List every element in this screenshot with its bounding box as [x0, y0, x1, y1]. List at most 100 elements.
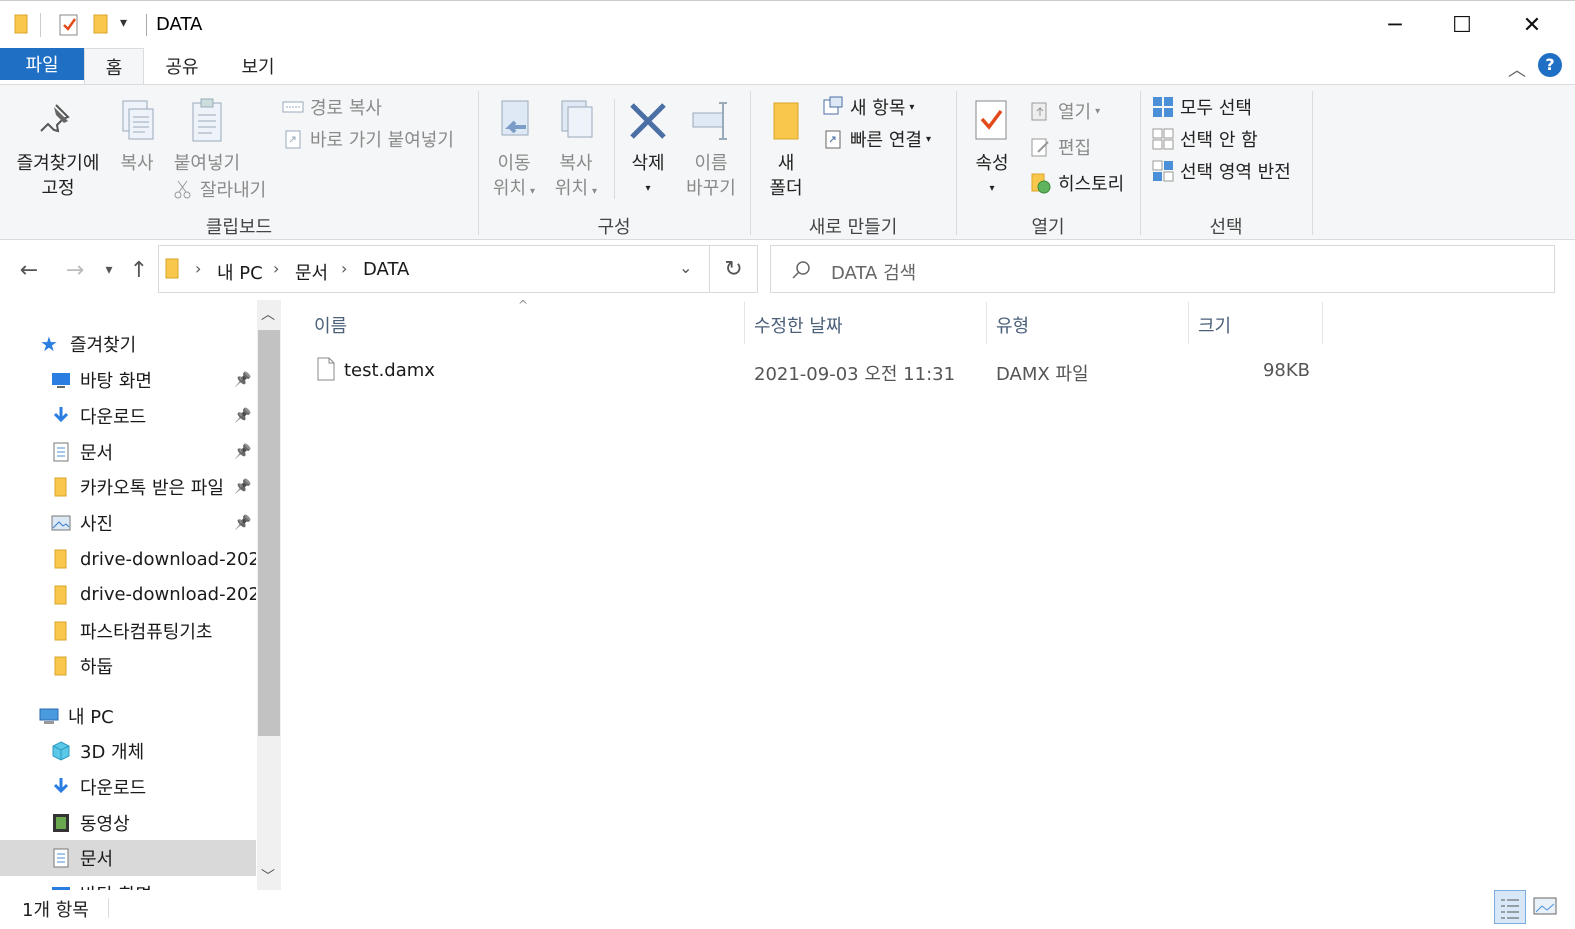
- breadcrumb-this-pc[interactable]: 내 PC: [217, 259, 263, 285]
- search-box[interactable]: DATA 검색: [770, 245, 1555, 293]
- nav-item[interactable]: 3D 개체: [0, 733, 256, 769]
- large-icons-view-icon: [1533, 897, 1557, 915]
- breadcrumb-chevron-icon[interactable]: ›: [195, 259, 201, 278]
- new-folder-icon: [773, 102, 799, 140]
- nav-item[interactable]: 문서 📌: [0, 434, 256, 470]
- nav-item[interactable]: 동영상: [0, 805, 256, 841]
- pin-to-quick-access-button[interactable]: 즐겨찾기에 고정: [10, 97, 106, 201]
- address-dropdown-icon[interactable]: ⌄: [679, 258, 692, 277]
- nav-this-pc-label: 내 PC: [68, 707, 114, 728]
- address-bar[interactable]: › 내 PC › 문서 › DATA ⌄: [158, 245, 710, 293]
- breadcrumb-chevron-icon[interactable]: ›: [273, 259, 279, 278]
- properties-button[interactable]: 속성 ▾: [966, 97, 1018, 201]
- open-button[interactable]: 열기 ▾: [1030, 97, 1100, 125]
- edit-button[interactable]: 편집: [1030, 133, 1091, 161]
- column-divider[interactable]: [986, 302, 987, 344]
- new-group-label: 새로 만들기: [808, 217, 898, 238]
- pin-icon[interactable]: 📌: [234, 515, 251, 531]
- rename-button[interactable]: 이름 바꾸기: [680, 97, 742, 201]
- up-arrow-icon[interactable]: ↑: [124, 258, 154, 283]
- maximize-button[interactable]: ☐: [1427, 1, 1497, 49]
- nav-item-label: 카카오톡 받은 파일: [80, 478, 224, 500]
- new-folder-icon[interactable]: [92, 13, 110, 35]
- refresh-button[interactable]: ↻: [710, 245, 758, 293]
- nav-item[interactable]: 문서: [0, 840, 256, 877]
- paste-button[interactable]: 붙여넣기: [166, 97, 248, 176]
- nav-item[interactable]: drive-download-20210: [0, 541, 256, 577]
- copy-path-button[interactable]: 경로 복사: [282, 93, 382, 121]
- copy-button[interactable]: 복사: [112, 97, 162, 176]
- easy-access-button[interactable]: 빠른 연결 ▾: [822, 125, 931, 153]
- column-header-size[interactable]: 크기: [1198, 312, 1231, 338]
- folder-icon: [54, 585, 67, 605]
- cube-icon: [52, 741, 70, 761]
- column-divider[interactable]: [744, 302, 745, 344]
- open-icon: [1031, 102, 1047, 121]
- nav-item[interactable]: 파스타컴퓨팅기초: [0, 613, 256, 649]
- nav-item-label: 바탕 화면: [80, 881, 152, 890]
- copy-to-button[interactable]: 복사 위치 ▾: [548, 97, 604, 204]
- nav-item[interactable]: drive-download-20210: [0, 577, 256, 613]
- collapse-ribbon-icon[interactable]: ︿: [1508, 56, 1526, 82]
- new-item-button[interactable]: 새 항목 ▾: [822, 93, 914, 121]
- pin-icon[interactable]: 📌: [234, 372, 251, 388]
- nav-item-label: 다운로드: [80, 406, 147, 428]
- nav-quick-access[interactable]: ★ 즐겨찾기: [0, 326, 256, 362]
- nav-item[interactable]: 다운로드: [0, 769, 256, 805]
- recent-locations-chevron-icon[interactable]: ▾: [94, 262, 124, 278]
- invert-selection-button[interactable]: 선택 영역 반전: [1152, 157, 1291, 185]
- delete-button[interactable]: 삭제 ▾: [622, 97, 674, 201]
- select-all-button[interactable]: 모두 선택: [1152, 93, 1252, 121]
- properties-dropdown-icon[interactable]: ▾: [989, 176, 994, 201]
- invert-selection-label: 선택 영역 반전: [1180, 162, 1291, 183]
- scrollbar-thumb[interactable]: [258, 330, 280, 736]
- column-header-type[interactable]: 유형: [996, 312, 1029, 338]
- tab-share[interactable]: 공유: [150, 48, 214, 84]
- help-icon[interactable]: ?: [1538, 53, 1562, 77]
- tab-view[interactable]: 보기: [226, 48, 290, 84]
- pin-icon: [40, 104, 70, 133]
- breadcrumb-chevron-icon[interactable]: ›: [341, 259, 347, 278]
- document-icon: [53, 442, 69, 462]
- scroll-up-icon[interactable]: ︿: [261, 304, 275, 324]
- back-arrow-icon[interactable]: ←: [14, 258, 44, 283]
- nav-item[interactable]: 사진 📌: [0, 505, 256, 541]
- column-divider[interactable]: [1322, 302, 1323, 344]
- move-to-button[interactable]: 이동 위치 ▾: [486, 97, 542, 204]
- customize-dropdown-icon[interactable]: ▾: [120, 15, 127, 31]
- delete-dropdown-icon[interactable]: ▾: [645, 176, 650, 201]
- column-divider[interactable]: [1188, 302, 1189, 344]
- minimize-button[interactable]: ─: [1360, 1, 1430, 49]
- details-view-button[interactable]: [1494, 890, 1526, 924]
- select-group-label: 선택: [1209, 217, 1243, 238]
- nav-item[interactable]: 바탕 화면 📌: [0, 362, 256, 398]
- properties-icon[interactable]: [58, 13, 80, 37]
- tab-home[interactable]: 홈: [84, 48, 144, 84]
- breadcrumb-data[interactable]: DATA: [363, 259, 409, 280]
- scroll-down-icon[interactable]: ﹀: [261, 866, 275, 886]
- breadcrumb-documents[interactable]: 문서: [295, 259, 328, 285]
- nav-this-pc[interactable]: 내 PC: [0, 698, 256, 734]
- close-button[interactable]: ✕: [1497, 1, 1567, 49]
- new-folder-button[interactable]: 새 폴더: [760, 97, 812, 201]
- select-none-button[interactable]: 선택 안 함: [1152, 125, 1258, 153]
- cut-button[interactable]: 잘라내기: [172, 175, 266, 203]
- copy-icon: [122, 100, 154, 140]
- paste-shortcut-button[interactable]: 바로 가기 붙여넣기: [282, 125, 454, 153]
- folder-icon: [165, 258, 179, 279]
- nav-item[interactable]: 카카오톡 받은 파일 📌: [0, 469, 256, 505]
- nav-item[interactable]: 다운로드 📌: [0, 398, 256, 434]
- sort-ascending-icon: ^: [518, 298, 529, 312]
- column-header-name[interactable]: 이름: [314, 312, 347, 338]
- pin-icon[interactable]: 📌: [234, 479, 251, 495]
- pin-icon[interactable]: 📌: [234, 408, 251, 424]
- column-header-date[interactable]: 수정한 날짜: [754, 312, 843, 338]
- tab-file[interactable]: 파일: [0, 48, 84, 80]
- nav-item[interactable]: 하둡: [0, 648, 256, 684]
- pin-icon[interactable]: 📌: [234, 444, 251, 460]
- copy-label: 복사: [120, 153, 154, 174]
- large-icons-view-button[interactable]: [1530, 890, 1562, 924]
- forward-arrow-icon[interactable]: →: [60, 258, 90, 283]
- history-button[interactable]: 히스토리: [1030, 169, 1124, 197]
- nav-item[interactable]: 바탕 화면: [0, 876, 256, 890]
